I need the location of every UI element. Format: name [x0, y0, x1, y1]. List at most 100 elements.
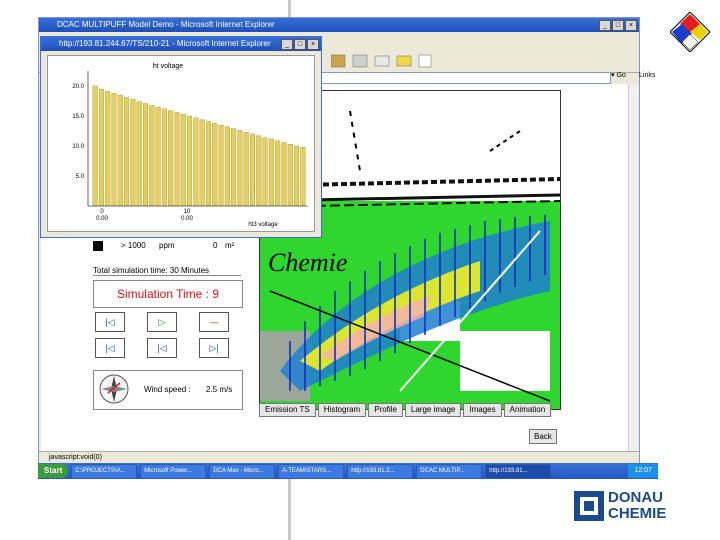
images-button[interactable]: Images: [463, 403, 502, 417]
histogram-bar: [275, 140, 281, 207]
status-bar: javascript:void(0): [39, 451, 639, 463]
step-back-button[interactable]: |◁: [95, 338, 125, 358]
outer-window-titlebar: DCAC MULTIPUFF Model Demo - Microsoft In…: [39, 18, 639, 32]
large-image-button[interactable]: Large image: [404, 403, 462, 417]
x-tick-label: 0.00: [96, 216, 108, 222]
toolbar-print-icon[interactable]: [352, 54, 368, 68]
popup-browser-window: http://193.81.244.67/TS/210-21 - Microso…: [40, 36, 322, 238]
histogram-bar: [149, 105, 155, 207]
start-button[interactable]: Start: [38, 464, 69, 478]
logo-mark-icon: [574, 491, 604, 521]
histogram-bar: [130, 99, 136, 207]
close-button[interactable]: ×: [625, 20, 637, 31]
histogram-bar: [287, 144, 293, 207]
histogram-bar: [180, 114, 186, 207]
donau-chemie-logo: DONAU CHEMIE: [574, 490, 666, 522]
histogram-chart: ht voltage ht3 voltage 5.0 10.0 15.0 20.0 0…: [72, 63, 308, 228]
taskbar-item[interactable]: Microsoft Power...: [140, 463, 207, 479]
x-tick-label: 10: [184, 209, 191, 215]
toolbar-doc-icon[interactable]: [418, 54, 432, 68]
animation-button[interactable]: Animation: [503, 403, 552, 417]
taskbar-item[interactable]: A-TEAM\STARS...: [278, 463, 345, 479]
histogram-bar: [268, 138, 274, 207]
histogram-bar: [205, 121, 211, 207]
legend-color-swatch: [93, 241, 103, 251]
maximize-button[interactable]: □: [612, 20, 624, 31]
map-chemie-label: Chemie: [268, 248, 347, 277]
taskbar-clock: 12:07: [628, 464, 658, 478]
map-action-buttons: Emission TS Histogram Profile Large imag…: [259, 403, 552, 417]
histogram-bar: [249, 133, 255, 207]
popup-window-title: http://193.81.244.67/TS/210-21 - Microso…: [59, 39, 271, 48]
histogram-button[interactable]: Histogram: [317, 403, 367, 417]
taskbar-item[interactable]: http://193.81.2...: [347, 463, 414, 479]
skip-end-button[interactable]: ▷|: [199, 338, 229, 358]
histogram-bar: [212, 123, 218, 207]
go-button[interactable]: ▾ Go: [611, 71, 626, 79]
total-simulation-time: Total simulation time: 30 Minutes: [93, 266, 241, 276]
histogram-bar: [294, 145, 300, 207]
concentration-unit: ppm: [159, 241, 175, 250]
histogram-bar: [193, 117, 199, 207]
histogram-bar: [237, 130, 243, 207]
taskbar-item[interactable]: DCA Max - Micro...: [209, 463, 276, 479]
simulation-time-display: Simulation Time : 9: [93, 280, 243, 308]
wind-speed-value: 2.5 m/s: [206, 385, 233, 394]
toolbar-mail-icon[interactable]: [374, 55, 390, 67]
logo-line1: DONAU: [608, 489, 663, 506]
popup-close-button[interactable]: ×: [307, 39, 319, 50]
taskbar-item-active[interactable]: http://193.81...: [485, 463, 552, 479]
wind-speed-label: Wind speed :: [144, 385, 191, 394]
popup-maximize-button[interactable]: □: [294, 39, 306, 50]
step-button[interactable]: |◁: [147, 338, 177, 358]
logo-line2: CHEMIE: [608, 505, 667, 522]
histogram-bar: [111, 93, 117, 207]
area-value: 0: [213, 241, 218, 250]
taskbar-item[interactable]: C:\PROJECTS\A...: [71, 463, 138, 479]
histogram-bar: [281, 142, 287, 207]
histogram-bar: [143, 103, 148, 207]
histogram-bar: [161, 108, 167, 207]
hazard-diamond-icon: [670, 12, 710, 52]
histogram-bar: [124, 97, 130, 207]
histogram-bar: [155, 106, 161, 207]
histogram-bar: [231, 128, 237, 207]
histogram-bar: [105, 91, 111, 207]
histogram-bar: [218, 124, 224, 207]
histogram-plot: ht voltage ht3 voltage 5.0 10.0 15.0 20.0 0…: [47, 55, 315, 232]
chart-title: ht voltage: [153, 63, 183, 70]
y-tick-label: 5.0: [76, 174, 85, 180]
compass-icon: [99, 374, 129, 404]
x-tick-label: 0.00: [181, 216, 193, 222]
histogram-bar: [256, 135, 262, 207]
histogram-bar: [168, 110, 174, 207]
histogram-bar: [92, 85, 98, 207]
y-tick-label: 20.0: [72, 84, 84, 90]
histogram-bar: [117, 94, 123, 207]
outer-window-title: DCAC MULTIPUFF Model Demo - Microsoft In…: [57, 20, 275, 29]
vertical-scrollbar[interactable]: [628, 84, 639, 454]
rewind-button[interactable]: |◁: [95, 312, 125, 332]
toolbar-folder-icon[interactable]: [396, 55, 412, 67]
profile-button[interactable]: Profile: [368, 403, 403, 417]
emission-ts-button[interactable]: Emission TS: [259, 403, 316, 417]
minimize-button[interactable]: _: [599, 20, 611, 31]
play-button[interactable]: ▷: [147, 312, 177, 332]
histogram-bar: [174, 112, 180, 207]
concentration-value: > 1000: [121, 241, 146, 250]
histogram-bar: [187, 115, 193, 207]
histogram-bar: [300, 147, 306, 207]
taskbar-item[interactable]: DCAC MULTIP...: [416, 463, 483, 479]
address-bar[interactable]: [319, 72, 611, 84]
links-label[interactable]: Links: [639, 72, 655, 79]
histogram-bar: [136, 101, 142, 207]
y-tick-label: 15.0: [72, 114, 84, 120]
toolbar-search-icon[interactable]: [331, 54, 346, 68]
area-unit: m²: [225, 241, 235, 250]
y-tick-label: 10.0: [72, 144, 84, 150]
popup-minimize-button[interactable]: _: [281, 39, 293, 50]
windows-taskbar: Start C:\PROJECTS\A... Microsoft Power..…: [38, 463, 658, 479]
back-button[interactable]: Back: [529, 429, 557, 444]
stop-button[interactable]: —: [199, 312, 229, 332]
toolbar-icons: [331, 54, 432, 68]
